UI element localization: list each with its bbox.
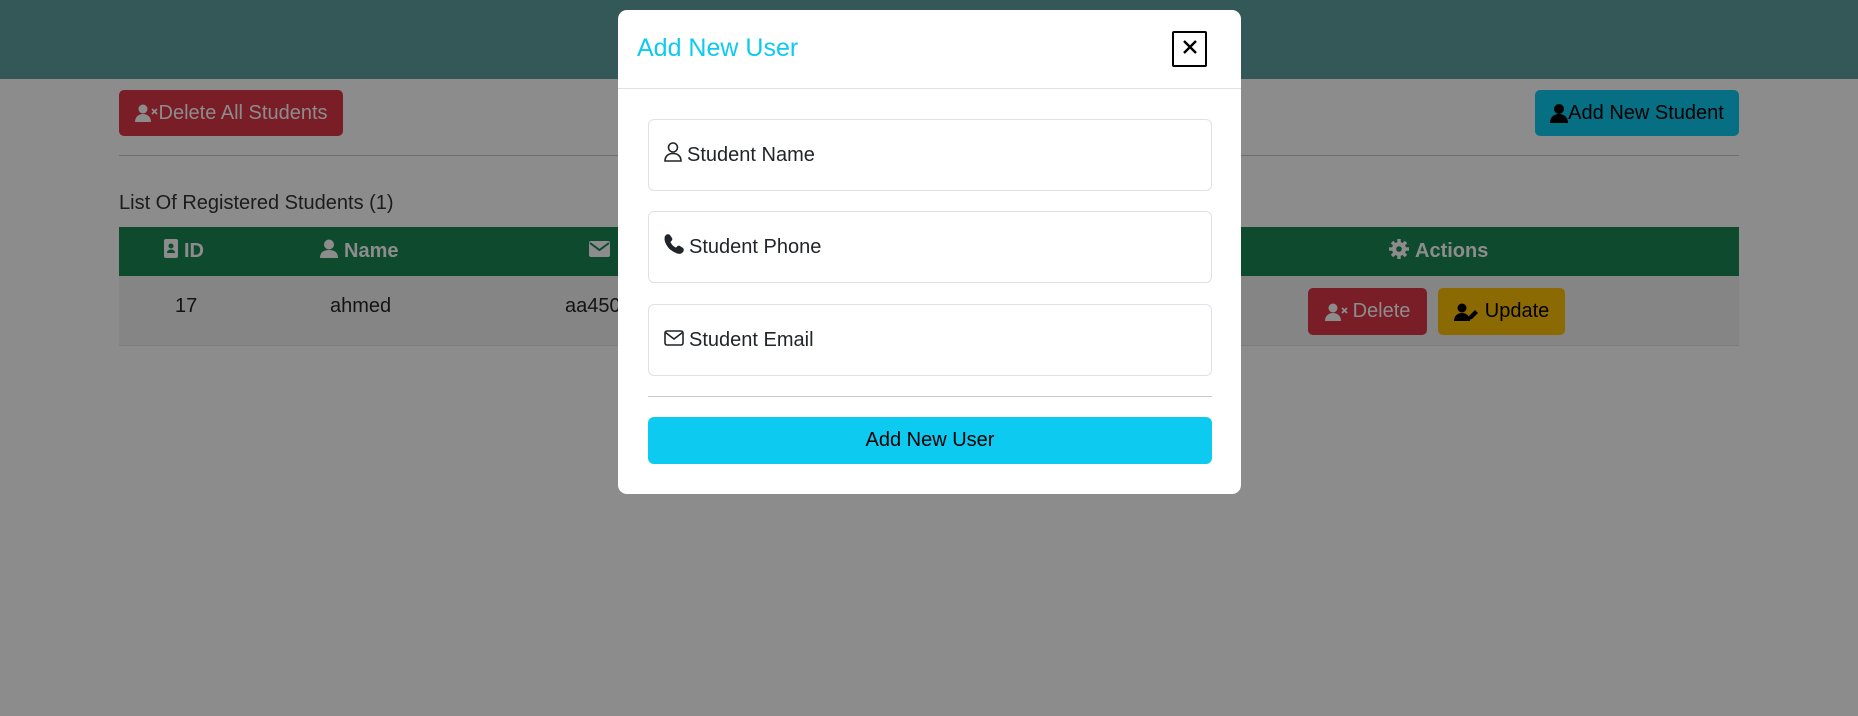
- student-name-placeholder: Student Name: [687, 143, 815, 166]
- add-new-user-button[interactable]: Add New User: [648, 417, 1212, 464]
- close-button[interactable]: [1172, 31, 1207, 67]
- student-phone-field[interactable]: Student Phone: [648, 211, 1212, 283]
- user-outline-icon: [664, 142, 682, 168]
- student-name-field[interactable]: Student Name: [648, 119, 1212, 191]
- student-email-placeholder: Student Email: [689, 328, 814, 351]
- modal-header: Add New User: [618, 10, 1241, 89]
- student-phone-placeholder: Student Phone: [689, 235, 822, 258]
- envelope-outline-icon: [664, 329, 684, 352]
- add-user-modal: Add New User Student Name Student Phone …: [618, 10, 1241, 494]
- close-icon: [1182, 39, 1197, 59]
- modal-divider: [648, 396, 1212, 397]
- student-email-field[interactable]: Student Email: [648, 304, 1212, 376]
- phone-icon: [664, 234, 684, 260]
- modal-title: Add New User: [637, 34, 799, 62]
